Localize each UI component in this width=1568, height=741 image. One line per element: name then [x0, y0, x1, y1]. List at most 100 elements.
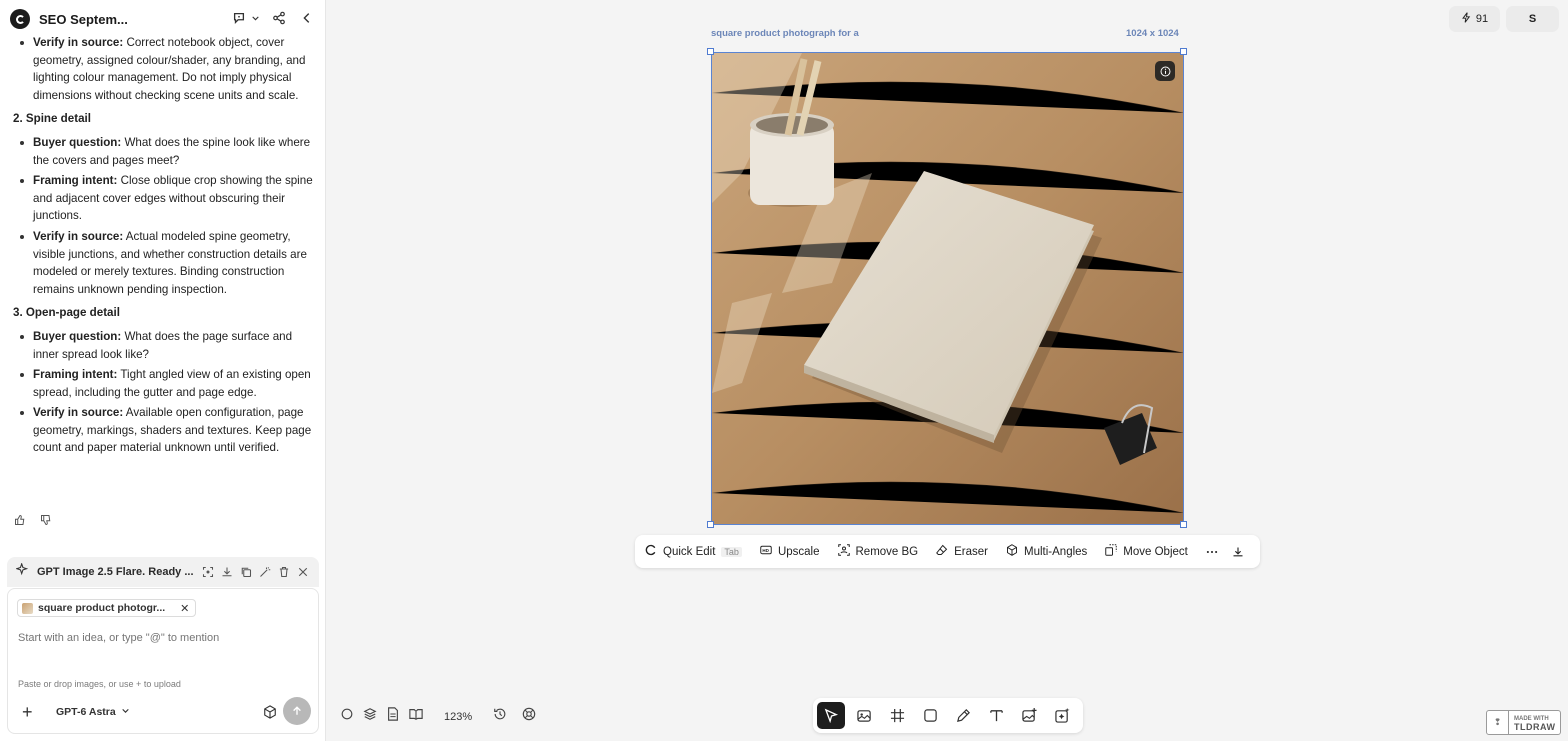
chevron-down-icon[interactable] [250, 9, 260, 27]
eraser-button[interactable]: Eraser [936, 544, 988, 559]
zoom-level[interactable]: 123% [444, 711, 472, 723]
resize-handle-top-left[interactable] [707, 48, 714, 55]
prompt-composer: square product photogr... ✕ Paste or dro… [7, 588, 319, 734]
hash-icon [890, 708, 904, 723]
watermark-name: TLDRAW [1514, 721, 1556, 732]
share-icon[interactable] [270, 9, 288, 27]
multi-angles-button[interactable]: Multi-Angles [1006, 544, 1087, 559]
user-avatar[interactable]: S [1506, 6, 1559, 32]
upscale-label: Upscale [777, 545, 820, 558]
arrow-up-icon [293, 706, 301, 715]
tldraw-logo-icon: ❢ [1487, 711, 1509, 734]
history-icon[interactable] [493, 707, 507, 726]
eraser-icon [936, 544, 948, 559]
copy-icon[interactable] [240, 565, 252, 583]
cube-icon [1006, 544, 1018, 559]
select-tool[interactable] [817, 702, 845, 729]
layers-icon[interactable] [363, 707, 377, 726]
resize-handle-bottom-left[interactable] [707, 521, 714, 528]
frame-label[interactable]: square product photograph for a [711, 28, 859, 39]
app-logo[interactable] [10, 9, 30, 29]
resize-handle-top-right[interactable] [1180, 48, 1187, 55]
list-item: Verify in source: Correct notebook objec… [20, 34, 315, 104]
ai-edit-tool[interactable] [1048, 702, 1076, 729]
list-item: Buyer question: What does the spine look… [20, 134, 315, 169]
more-options-icon[interactable] [1206, 546, 1218, 558]
add-attachment-button[interactable]: + [22, 703, 33, 721]
pencil-tool[interactable] [949, 702, 977, 729]
download-icon[interactable] [221, 565, 233, 583]
shortcut-hint: Tab [721, 546, 742, 557]
sparkle-frame-icon [1054, 708, 1070, 723]
multi-angles-label: Multi-Angles [1024, 545, 1088, 558]
collapse-left-icon[interactable] [298, 9, 316, 27]
generated-image[interactable] [711, 52, 1184, 525]
generation-status-text: GPT Image 2.5 Flare. Ready ... [37, 566, 194, 578]
sidebar-header: SEO Septem... [0, 0, 326, 38]
remove-attachment-icon[interactable]: ✕ [180, 602, 189, 615]
notebook-product-photo [712, 53, 1183, 524]
attachment-label: square product photogr... [38, 602, 166, 614]
sparkle-icon [15, 562, 29, 581]
help-icon[interactable] [522, 707, 536, 726]
frame-dimensions: 1024 x 1024 [1126, 28, 1179, 39]
upload-hint: Paste or drop images, or use + to upload [18, 679, 181, 689]
trash-icon[interactable] [278, 565, 290, 583]
eraser-label: Eraser [954, 545, 989, 558]
add-image-tool[interactable] [1015, 702, 1043, 729]
magic-wand-icon[interactable] [259, 565, 271, 583]
cube-icon[interactable] [263, 705, 277, 724]
generation-status-bar: GPT Image 2.5 Flare. Ready ... [7, 557, 319, 587]
upscale-button[interactable]: HD Upscale [760, 544, 820, 559]
credits-count: 91 [1475, 13, 1489, 25]
list-item: Verify in source: Actual modeled spine g… [20, 228, 315, 298]
resize-handle-bottom-right[interactable] [1180, 521, 1187, 528]
thumbs-down-icon[interactable] [40, 513, 52, 531]
circle-icon[interactable] [340, 707, 354, 726]
quick-edit-button[interactable]: Quick Edit Tab [645, 544, 742, 559]
download-icon[interactable] [1232, 546, 1244, 558]
feedback-row [14, 513, 52, 531]
attachment-thumbnail [22, 602, 33, 614]
chat-sidebar: SEO Septem... Verify in source: Correct … [0, 0, 326, 741]
chat-bubble-icon[interactable] [230, 9, 248, 27]
quick-edit-icon [645, 544, 657, 559]
focus-icon[interactable] [202, 565, 214, 583]
prompt-input[interactable] [18, 629, 308, 647]
move-object-button[interactable]: Move Object [1105, 544, 1188, 559]
remove-bg-icon [837, 544, 850, 559]
book-icon[interactable] [409, 707, 423, 726]
project-title[interactable]: SEO Septem... [39, 12, 128, 27]
add-image-icon [1021, 708, 1037, 722]
remove-bg-button[interactable]: Remove BG [837, 544, 918, 559]
attached-image-chip[interactable]: square product photogr... ✕ [17, 599, 197, 617]
section-heading: 2. Spine detail [13, 112, 91, 126]
hd-icon: HD [760, 544, 772, 559]
chat-message: Verify in source: Correct notebook objec… [13, 34, 315, 460]
rectangle-tool[interactable] [916, 702, 944, 729]
list-item: Framing intent: Tight angled view of an … [20, 366, 315, 401]
model-name: GPT-6 Astra [56, 706, 116, 718]
list-item: Framing intent: Close oblique crop showi… [20, 172, 315, 225]
credits-badge[interactable]: 91 [1449, 6, 1500, 32]
close-icon[interactable] [297, 565, 309, 583]
info-icon[interactable] [1155, 61, 1175, 81]
pencil-icon [956, 709, 970, 722]
thumbs-up-icon[interactable] [14, 513, 26, 531]
send-button[interactable] [283, 697, 311, 725]
drawing-toolbar [813, 698, 1083, 733]
list-item: Verify in source: Available open configu… [20, 404, 315, 457]
document-icon[interactable] [386, 707, 400, 726]
lightning-icon [1461, 12, 1472, 26]
tldraw-watermark[interactable]: ❢ MADE WITH TLDRAW [1486, 710, 1561, 735]
frame-tool[interactable] [883, 702, 911, 729]
list-item: Buyer question: What does the page surfa… [20, 328, 315, 363]
text-icon [989, 710, 1003, 722]
image-gen-tool[interactable] [850, 702, 878, 729]
model-selector[interactable]: GPT-6 Astra [56, 706, 130, 718]
text-tool[interactable] [982, 702, 1010, 729]
chevron-down-icon [121, 706, 130, 718]
quick-edit-label: Quick Edit [663, 545, 716, 558]
section-heading: 3. Open-page detail [13, 306, 120, 320]
cursor-icon [824, 708, 838, 723]
